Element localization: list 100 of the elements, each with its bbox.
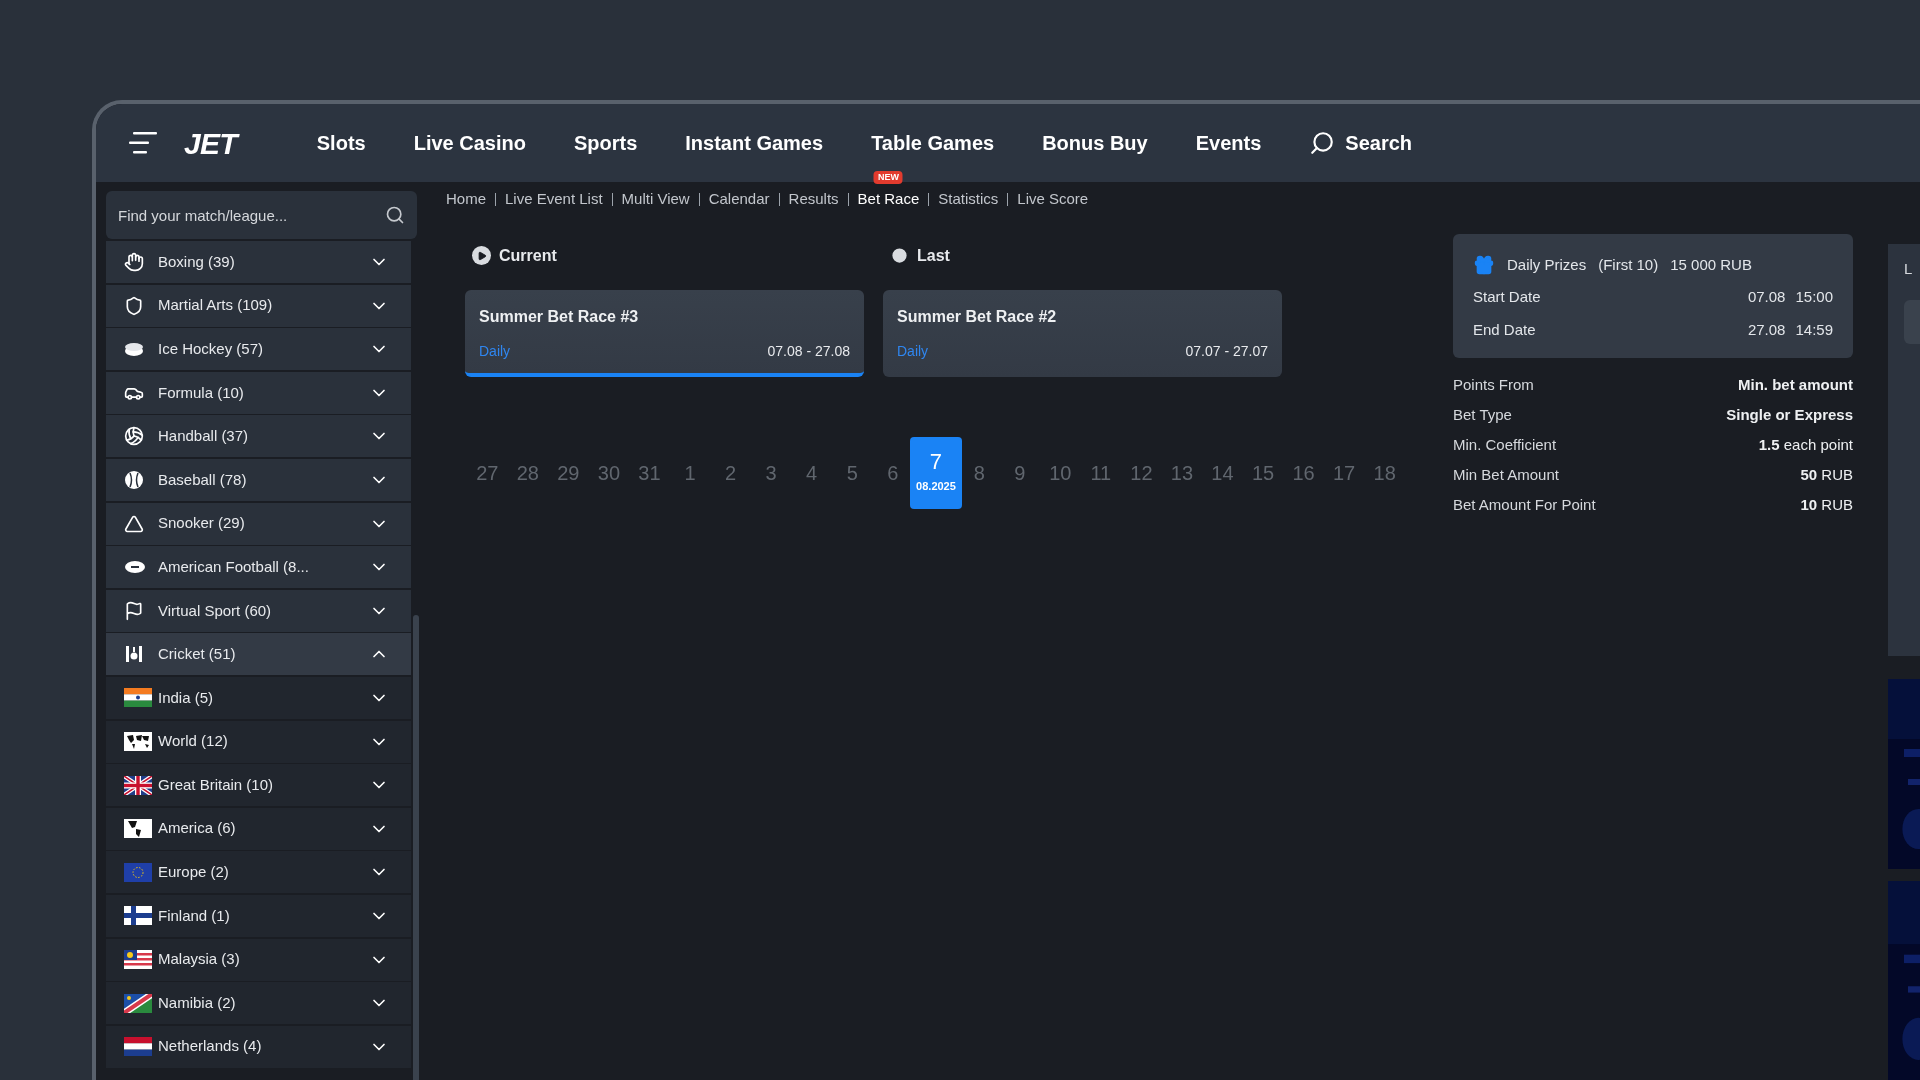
race-title: Summer Bet Race #3 — [479, 306, 640, 327]
flag-icon — [124, 993, 152, 1013]
nav-link[interactable]: Sports — [573, 128, 638, 158]
sidebar-item[interactable]: Great Britain (10) — [106, 764, 411, 807]
breadcrumb-link[interactable]: Live Event List — [505, 190, 603, 207]
flag-icon — [124, 1037, 152, 1057]
new-badge: NEW — [873, 171, 903, 184]
date-label: End Date — [1473, 319, 1536, 340]
race-type: Daily — [479, 341, 511, 361]
flag-icon — [124, 775, 152, 795]
nav-link[interactable]: Slots — [316, 128, 366, 158]
sidebar-label: Martial Arts (109) — [158, 295, 274, 316]
sidebar-label: India (5) — [158, 687, 215, 708]
date-value: 07.08 — [1747, 287, 1786, 307]
sidebar-label: Ice Hockey (57) — [158, 338, 265, 359]
sidebar-label: Europe (2) — [158, 862, 230, 883]
panel-title: L — [1904, 258, 1914, 279]
breadcrumb-link[interactable]: Results — [788, 190, 839, 207]
gift-icon — [1473, 253, 1495, 276]
race-title: Summer Bet Race #2 — [897, 306, 1058, 327]
sidebar-label: Great Britain (10) — [158, 774, 275, 795]
sidebar-item[interactable]: India (5) — [106, 676, 411, 719]
breadcrumb-link[interactable]: Live Score — [1017, 190, 1089, 207]
nav-link[interactable]: Live Casino — [413, 128, 526, 158]
sidebar-item[interactable]: Baseball (78) — [106, 458, 411, 501]
sidebar-item[interactable]: Ice Hockey (57) — [106, 328, 411, 371]
breadcrumb-link[interactable]: Home — [446, 190, 486, 207]
sidebar-item[interactable]: America (6) — [106, 807, 411, 850]
breadcrumb-link[interactable]: Calendar — [708, 190, 770, 207]
time-value: 15:00 — [1795, 287, 1833, 307]
sidebar-label: American Football (8... — [158, 556, 310, 577]
date-value: 27.08 — [1747, 319, 1786, 340]
sidebar-item[interactable]: Boxing (39) — [106, 241, 411, 283]
sidebar-item[interactable]: Handball (37) — [106, 415, 411, 458]
sidebar-item[interactable]: Virtual Sport (60) — [106, 589, 411, 632]
race-card[interactable]: Summer Bet Race #2 Daily 07.07 - 27.07 — [883, 289, 1282, 377]
sidebar-item[interactable]: World (12) — [106, 720, 411, 763]
sidebar-item[interactable]: Malaysia (3) — [106, 938, 411, 981]
race-type: Daily — [897, 341, 929, 361]
month-year: 08.2025 — [916, 479, 956, 495]
wicket-icon — [124, 644, 144, 665]
rule-value: 10 RUB — [1800, 494, 1853, 515]
nav-link[interactable]: Instant Games — [685, 128, 824, 158]
rule-value: Single or Express — [1726, 404, 1853, 425]
rule-value: 1.5 each point — [1758, 434, 1853, 455]
flag-icon — [124, 688, 152, 708]
date-label: Start Date — [1473, 287, 1541, 307]
sidebar-label: Finland (1) — [158, 905, 231, 926]
breadcrumb-link[interactable]: Statistics — [938, 190, 999, 207]
sidebar-label: World (12) — [158, 731, 229, 752]
prize-places: (First 10) — [1598, 254, 1659, 275]
sidebar-item[interactable]: Netherlands (4) — [106, 1025, 411, 1068]
search-field[interactable]: Find your match/league... — [106, 191, 417, 239]
hand-icon — [124, 252, 144, 272]
sidebar-item[interactable]: Europe (2) — [106, 851, 411, 894]
baseball-icon — [124, 469, 144, 490]
map-icon — [124, 819, 152, 839]
flag-icon — [124, 906, 152, 926]
sidebar-item[interactable]: Snooker (29) — [106, 502, 411, 545]
rule-label: Bet Type — [1453, 404, 1512, 425]
ball-icon — [124, 426, 144, 447]
search-icon[interactable] — [385, 205, 405, 225]
flag-icon — [124, 862, 152, 882]
sidebar-label: Boxing (39) — [158, 251, 236, 272]
sidebar-item[interactable]: Martial Arts (109) — [106, 284, 411, 327]
date-selected[interactable]: 7 08.2025 — [910, 436, 962, 509]
breadcrumb-link[interactable]: Multi View — [621, 190, 690, 207]
prize-amount: 15 000 RUB — [1670, 254, 1752, 275]
sidebar-item[interactable]: American Football (8... — [106, 546, 411, 589]
play-icon — [472, 246, 491, 265]
rule-label: Points From — [1453, 374, 1534, 395]
time-value: 14:59 — [1795, 319, 1833, 340]
menu-icon[interactable] — [129, 131, 159, 155]
search-link[interactable]: Search — [1309, 128, 1413, 158]
sidebar-label: America (6) — [158, 818, 237, 839]
sidebar-label: Baseball (78) — [158, 469, 248, 490]
race-section-heading: Current — [499, 245, 557, 266]
race-dates: 07.07 - 27.07 — [1185, 341, 1268, 361]
sidebar-item[interactable]: Finland (1) — [106, 894, 411, 937]
sidebar-label: Namibia (2) — [158, 992, 237, 1013]
sidebar-label: Malaysia (3) — [158, 949, 241, 970]
triangle-icon — [124, 513, 144, 534]
sidebar-label: Formula (10) — [158, 382, 245, 403]
sidebar-item[interactable]: Cricket (51) — [106, 633, 411, 676]
search-icon — [1309, 130, 1336, 156]
sidebar-item[interactable]: Formula (10) — [106, 371, 411, 414]
breadcrumb-link[interactable]: Bet Race — [857, 190, 920, 207]
prize-title: Daily Prizes — [1507, 254, 1587, 275]
sidebar-label: Netherlands (4) — [158, 1036, 263, 1057]
nav-link[interactable]: Table Games — [871, 128, 995, 158]
race-dates: 07.08 - 27.08 — [767, 341, 850, 361]
race-card[interactable]: Summer Bet Race #3 Daily 07.08 - 27.08 — [465, 289, 864, 377]
scrollbar-thumb[interactable] — [413, 615, 419, 1080]
flag-icon — [124, 950, 152, 969]
sidebar-item[interactable]: Namibia (2) — [106, 982, 411, 1025]
nav-link[interactable]: Events — [1195, 128, 1262, 158]
day-number: 7 — [929, 450, 943, 475]
rule-label: Min. Coefficient — [1453, 434, 1557, 455]
rule-label: Min Bet Amount — [1453, 464, 1559, 485]
nav-link[interactable]: Bonus Buy — [1042, 128, 1148, 158]
